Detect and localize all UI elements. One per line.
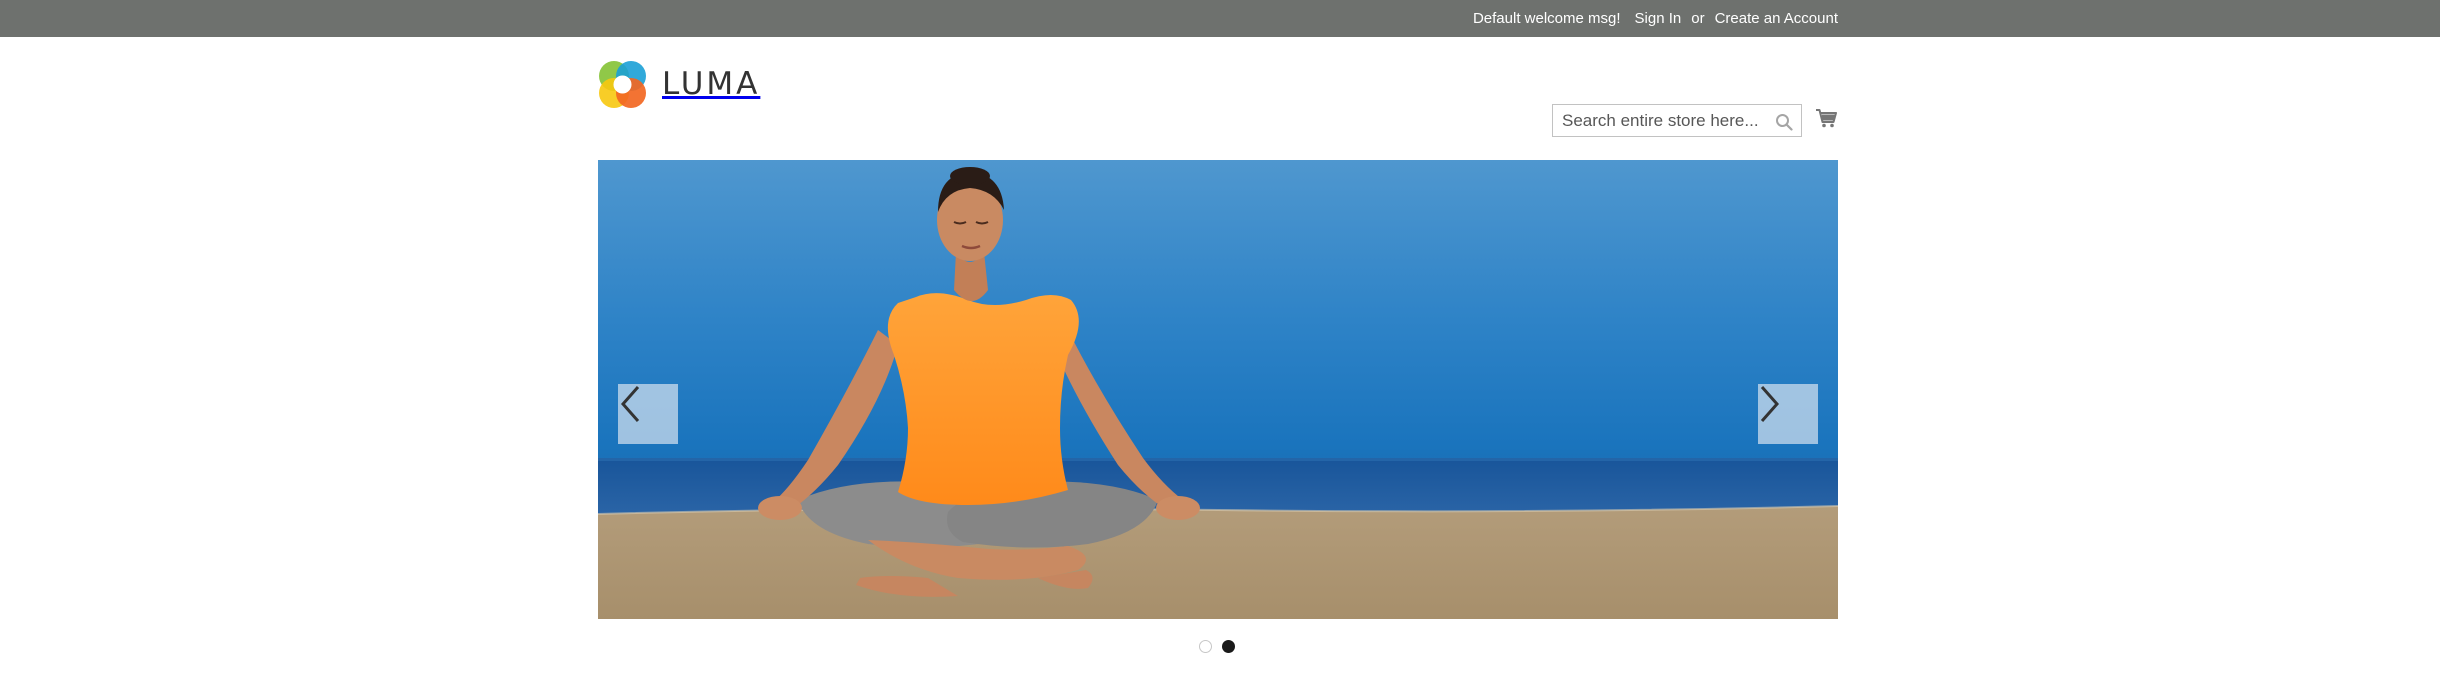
search-icon[interactable] [1775, 113, 1793, 131]
slider-dot-1[interactable] [1199, 640, 1212, 653]
chevron-right-icon [1760, 386, 1780, 422]
sign-in-link[interactable]: Sign In [1635, 10, 1682, 27]
chevron-left-icon [620, 386, 640, 422]
search-input[interactable] [1553, 105, 1772, 136]
welcome-message: Default welcome msg! [1472, 10, 1621, 27]
search-box [1552, 104, 1802, 137]
header: LUMA [0, 37, 2440, 160]
slider-next-button[interactable] [1758, 384, 1818, 444]
slider-dots [1199, 640, 1235, 653]
top-bar: Default welcome msg! Sign In or Create a… [0, 0, 2440, 37]
logo[interactable]: LUMA [598, 58, 760, 110]
slider-dot-2[interactable] [1222, 640, 1235, 653]
hero-slider[interactable] [598, 160, 1838, 619]
hero-image [598, 167, 1838, 619]
or-separator: or [1691, 10, 1705, 27]
logo-text: LUMA [662, 66, 761, 102]
slider-prev-button[interactable] [618, 384, 678, 444]
luma-logo-icon [599, 61, 646, 108]
header-links: Default welcome msg! Sign In or Create a… [1473, 0, 1838, 37]
create-account-link[interactable]: Create an Account [1715, 10, 1838, 27]
cart-icon[interactable] [1815, 107, 1837, 129]
